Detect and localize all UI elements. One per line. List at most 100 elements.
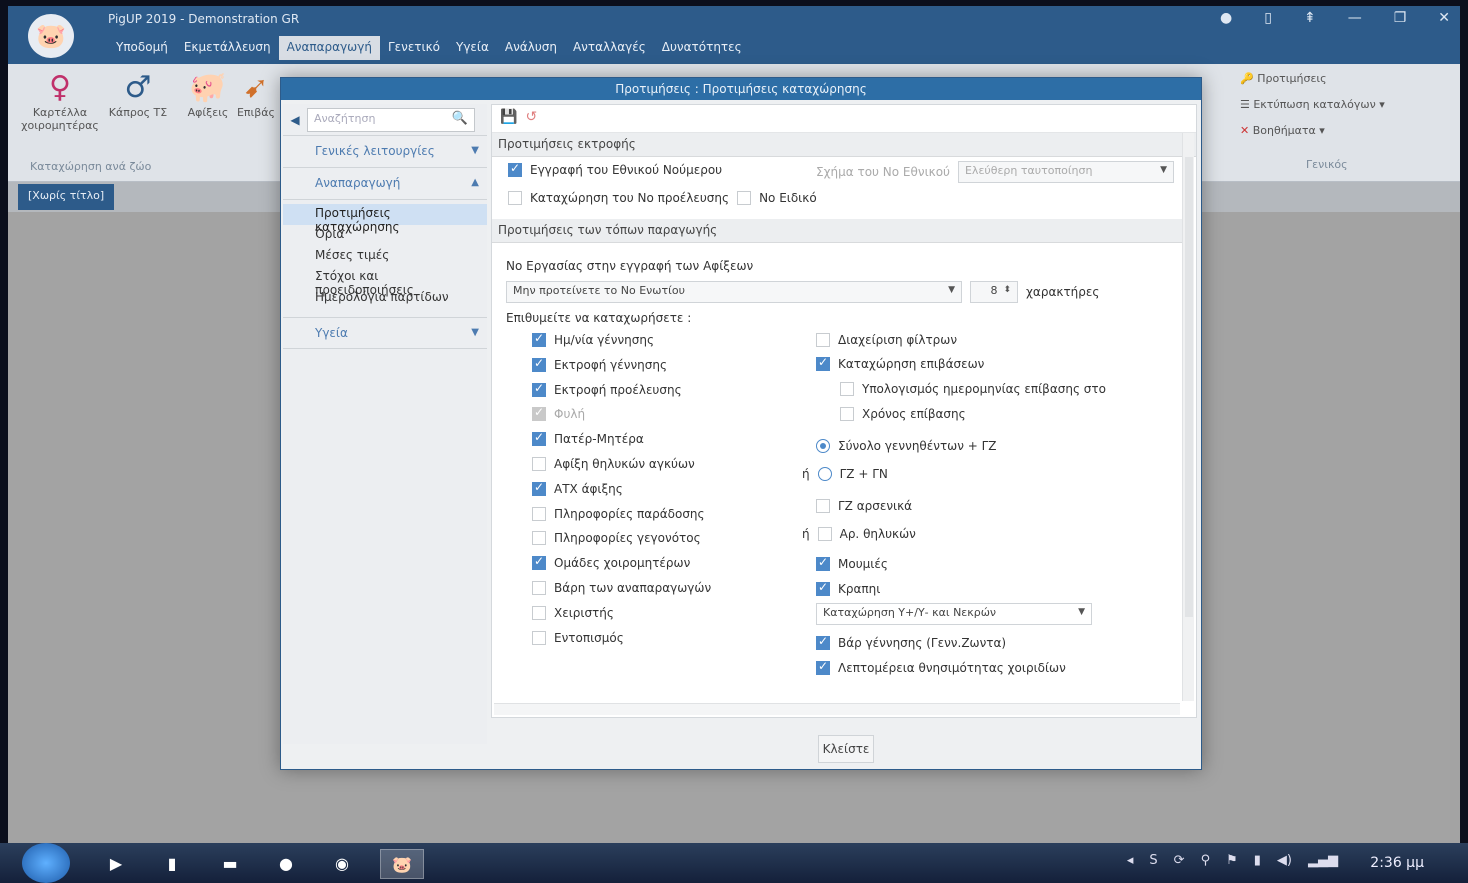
nav-item-goals[interactable]: Στόχοι και προειδοποιήσεις <box>283 267 487 297</box>
left-option[interactable]: Ημ/νία γέννησης <box>532 331 654 347</box>
left-option[interactable]: Εκτροφή προέλευσης <box>532 381 682 397</box>
save-icon[interactable]: 💾 <box>500 109 517 128</box>
national-no-option[interactable]: Εγγραφή του Εθνικού Νούμερου <box>508 161 722 177</box>
national-no-checkbox[interactable] <box>508 161 522 177</box>
menu-analysis[interactable]: Ανάλυση <box>497 36 565 60</box>
restore-icon[interactable]: ❐ <box>1394 10 1407 26</box>
gz-gn-option[interactable]: ή ΓΖ + ΓΝ <box>802 467 888 481</box>
vertical-scrollbar[interactable] <box>1182 133 1194 701</box>
nav-group-reproduction[interactable]: Αναπαραγωγή ▲ <box>283 168 487 200</box>
nav-group-health[interactable]: Υγεία ▼ <box>283 317 487 349</box>
search-icon[interactable]: 🔍 <box>452 111 468 126</box>
pigup-taskbar-icon[interactable]: 🐷 <box>380 849 424 879</box>
gz-males-checkbox[interactable] <box>816 499 830 513</box>
option-checkbox[interactable] <box>532 605 546 620</box>
option-checkbox[interactable] <box>532 506 546 521</box>
nav-group-general[interactable]: Γενικές λειτουργίες ▼ <box>283 136 487 168</box>
back-arrow-icon[interactable]: ◀ <box>283 113 307 127</box>
gz-males-option[interactable]: ΓΖ αρσενικά <box>816 499 912 513</box>
volume-icon[interactable]: ◀) <box>1277 853 1292 868</box>
app-icon[interactable]: ▮ <box>150 849 194 879</box>
visits-button[interactable]: ➹ Επιβάς <box>236 70 276 119</box>
visit-time-option[interactable]: Χρόνος επίβασης <box>840 407 966 421</box>
mortality-checkbox[interactable] <box>816 659 830 675</box>
signal-icon[interactable]: ▂▄▆ <box>1308 853 1338 868</box>
left-option[interactable]: Πληροφορίες παράδοσης <box>532 506 705 521</box>
weak-checkbox[interactable] <box>816 580 830 596</box>
option-checkbox[interactable] <box>532 480 546 496</box>
chars-stepper[interactable]: 8 ⬍ <box>970 281 1018 303</box>
option-checkbox[interactable] <box>532 331 546 347</box>
media-player-icon[interactable]: ▶ <box>94 849 138 879</box>
visits-checkbox[interactable] <box>816 355 830 371</box>
nav-item-batch-calendars[interactable]: Ημερολόγια παρτίδων <box>283 288 487 309</box>
option-checkbox[interactable] <box>532 630 546 645</box>
tray-arrow-icon[interactable]: ◂ <box>1127 853 1134 868</box>
left-option[interactable]: Ομάδες χοιρομητέρων <box>532 554 690 571</box>
option-checkbox[interactable] <box>532 381 546 397</box>
work-no-select[interactable]: Μην προτείνετε το Νο Ενωτίου ▼ <box>506 281 962 303</box>
total-born-option[interactable]: Σύνολο γεννηθέντων + ΓΖ <box>816 439 997 453</box>
option-checkbox[interactable] <box>532 581 546 595</box>
arrivals-button[interactable]: 🐖 Αφίξεις <box>184 70 232 119</box>
total-born-radio[interactable] <box>816 439 830 453</box>
menu-infrastructure[interactable]: Υποδομή <box>108 36 176 60</box>
mummies-checkbox[interactable] <box>816 555 830 571</box>
left-option[interactable]: Φυλή <box>532 405 585 422</box>
option-checkbox[interactable] <box>532 457 546 471</box>
filters-checkbox[interactable] <box>816 333 830 347</box>
scroll-thumb[interactable] <box>1185 157 1193 617</box>
nav-item-entry-prefs[interactable]: Προτιμήσεις καταχώρησης <box>283 204 487 234</box>
mummies-option[interactable]: Μουμιές <box>816 555 888 571</box>
mortality-option[interactable]: Λεπτομέρεια θνησιμότητας χοιριδίων <box>816 659 1066 675</box>
tools-button[interactable]: ✕ Βοηθήματα ▾ <box>1240 124 1325 137</box>
birth-weight-checkbox[interactable] <box>816 634 830 650</box>
menu-capabilities[interactable]: Δυνατότητες <box>654 36 750 60</box>
print-catalog-button[interactable]: ☰ Εκτύπωση καταλόγων ▾ <box>1240 98 1385 111</box>
sow-card-button[interactable]: ♀ Καρτέλλα χοιρομητέρας <box>20 70 100 132</box>
calc-date-option[interactable]: Υπολογισμός ημερομηνίας επίβασης στο <box>840 382 1106 396</box>
left-option[interactable]: Χειριστής <box>532 605 614 620</box>
menu-health[interactable]: Υγεία <box>448 36 497 60</box>
menu-exchanges[interactable]: Ανταλλαγές <box>565 36 654 60</box>
folder-icon[interactable]: ▬ <box>208 849 252 879</box>
pin-icon[interactable]: ⇞ <box>1304 10 1316 26</box>
left-option[interactable]: ΑΤΧ άφιξης <box>532 480 623 496</box>
stepper-icon[interactable]: ⬍ <box>1003 285 1011 295</box>
chrome-icon[interactable]: ◉ <box>320 849 364 879</box>
sync-icon[interactable]: ⟳ <box>1174 853 1185 868</box>
visits-option[interactable]: Καταχώρηση επιβάσεων <box>816 355 984 371</box>
menu-reproduction[interactable]: Αναπαραγωγή <box>278 36 380 60</box>
help-icon[interactable]: ● <box>1220 10 1232 26</box>
calc-date-checkbox[interactable] <box>840 382 854 396</box>
left-option[interactable]: Βάρη των αναπαραγωγών <box>532 581 711 595</box>
predicted-no-option[interactable]: Καταχώρηση του Νο προέλευσης Νο Ειδικό <box>508 191 817 205</box>
menu-genetic[interactable]: Γενετικό <box>380 36 448 60</box>
nav-item-averages[interactable]: Μέσες τιμές <box>283 246 487 267</box>
national-schema-select[interactable]: Ελεύθερη ταυτοποίηση ▼ <box>957 161 1174 183</box>
left-option[interactable]: Αφίξη θηλυκών αγκύων <box>532 457 695 471</box>
undo-icon[interactable]: ↺ <box>525 109 537 128</box>
close-icon[interactable]: ✕ <box>1438 10 1450 26</box>
option-checkbox[interactable] <box>532 430 546 447</box>
left-option[interactable]: Πατέρ-Μητέρα <box>532 430 644 447</box>
power-icon[interactable]: ▮ <box>1254 853 1261 868</box>
left-option[interactable]: Εκτροφή γέννησης <box>532 356 667 372</box>
minimize-icon[interactable]: — <box>1348 10 1362 26</box>
special-no-checkbox[interactable] <box>737 191 752 205</box>
flag-icon[interactable]: ⚑ <box>1226 853 1238 868</box>
search-input[interactable]: Αναζήτηση 🔍 <box>307 107 475 132</box>
filters-option[interactable]: Διαχείριση φίλτρων <box>816 333 957 347</box>
left-option[interactable]: Πληροφορίες γεγονότος <box>532 531 701 546</box>
num-females-checkbox[interactable] <box>817 527 832 541</box>
document-tab[interactable]: [Χωρίς τίτλο] <box>18 184 115 210</box>
option-checkbox[interactable] <box>532 531 546 546</box>
num-females-option[interactable]: ή Αρ. θηλυκών <box>802 527 916 541</box>
option-checkbox[interactable] <box>532 554 546 571</box>
boar-button[interactable]: ♂ Κάπρος ΤΣ <box>108 70 168 119</box>
visit-time-checkbox[interactable] <box>840 407 854 421</box>
clock[interactable]: 2:36 μμ <box>1370 855 1424 871</box>
close-button[interactable]: Κλείστε <box>818 735 874 763</box>
firefox-icon[interactable]: ● <box>264 849 308 879</box>
horizontal-scrollbar[interactable] <box>494 703 1180 715</box>
